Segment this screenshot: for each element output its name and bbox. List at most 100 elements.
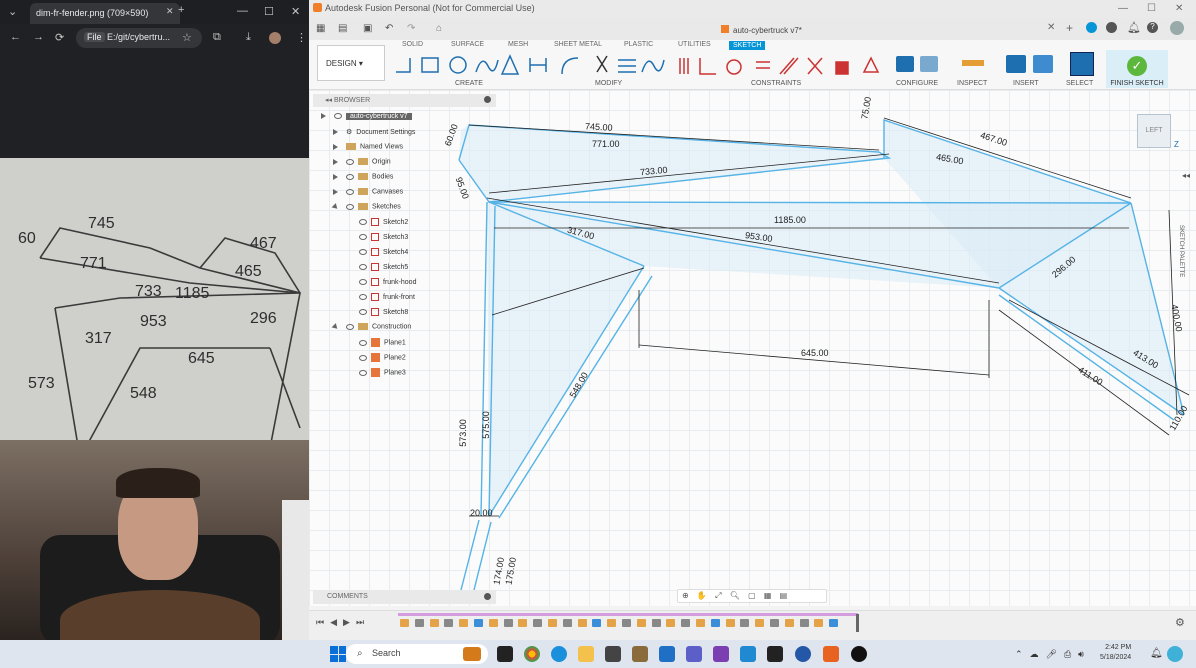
tab-plastic[interactable]: PLASTIC	[624, 41, 653, 48]
timeline-marker[interactable]	[856, 614, 859, 632]
viewcube[interactable]: LEFT	[1137, 114, 1171, 148]
job-status-icon[interactable]	[1106, 22, 1117, 33]
trim-scissors-icon[interactable]	[595, 54, 609, 74]
mail-icon[interactable]	[659, 646, 675, 662]
expand-icon[interactable]	[333, 188, 338, 195]
browser-root[interactable]: auto-cybertruck v7	[321, 113, 412, 127]
undo-icon[interactable]: ↶	[385, 23, 393, 34]
eye-icon[interactable]	[359, 219, 367, 225]
timeline-feature-icon[interactable]	[799, 619, 809, 627]
help-icon[interactable]: ?	[1147, 22, 1158, 33]
group-constraints[interactable]: CONSTRAINTS	[751, 80, 801, 87]
timeline-feature-icon[interactable]	[444, 619, 454, 627]
fusion-close-icon[interactable]: ✕	[1175, 3, 1183, 14]
timeline-feature-icon[interactable]	[533, 619, 543, 627]
group-create[interactable]: CREATE	[455, 80, 483, 87]
chrome-tab[interactable]: dim-fr-fender.png (709×590)	[30, 3, 180, 24]
back-icon[interactable]: ←	[10, 31, 21, 43]
timeline-feature-icon[interactable]	[710, 619, 720, 627]
copilot-icon[interactable]	[1167, 646, 1183, 662]
group-configure[interactable]: CONFIGURE	[896, 80, 938, 87]
home-icon[interactable]: ⌂	[436, 23, 442, 34]
timeline-feature-icon[interactable]	[562, 619, 572, 627]
data-panel-icon[interactable]: ▦	[316, 23, 325, 34]
timeline-feature-icon[interactable]	[666, 619, 676, 627]
timeline-feature-icon[interactable]	[577, 619, 587, 627]
measure-icon[interactable]	[962, 60, 984, 66]
new-tab-icon[interactable]: +	[178, 4, 184, 16]
dimension-745[interactable]: 745.00	[585, 121, 613, 132]
reload-icon[interactable]: ⟳	[55, 31, 64, 44]
browser-item-origin[interactable]: Origin	[333, 158, 391, 172]
timeline-feature-icon[interactable]	[429, 619, 439, 627]
browser-item-sketch5[interactable]: Sketch5	[359, 263, 408, 277]
browser-item-sketches[interactable]: Sketches	[331, 202, 401, 217]
browser-item-sketch2[interactable]: Sketch2	[359, 218, 408, 232]
app-icon-2[interactable]	[632, 646, 648, 662]
timeline-feature-icon[interactable]	[770, 619, 779, 627]
obs-icon[interactable]	[851, 646, 867, 662]
timeline-feature-icon[interactable]	[636, 619, 646, 627]
timeline-feature-icon[interactable]	[725, 619, 735, 627]
task-view-icon[interactable]	[497, 646, 513, 662]
widget-icon[interactable]	[463, 647, 481, 661]
timeline-feature-icon[interactable]	[474, 619, 483, 627]
timeline-track[interactable]	[398, 613, 858, 616]
triangle-constraint-icon[interactable]	[862, 56, 880, 74]
dimension-1185[interactable]: 1185.00	[774, 215, 806, 225]
eye-icon[interactable]	[346, 188, 354, 195]
timeline-feature-icon[interactable]	[814, 619, 824, 627]
notifications-icon[interactable]: 🔔︎	[1127, 21, 1141, 34]
timeline-feature-icon[interactable]	[681, 619, 691, 627]
browser-item-frunk-front[interactable]: frunk-front	[359, 293, 415, 307]
file-menu-icon[interactable]: ▤	[338, 23, 347, 34]
edge-taskbar-icon[interactable]	[551, 646, 567, 662]
extensions-icon[interactable]	[1086, 22, 1097, 33]
timeline-feature-icon[interactable]	[503, 619, 513, 627]
insert-image-icon[interactable]	[1033, 55, 1053, 73]
tab-menu-icon[interactable]: ⌄	[8, 5, 17, 18]
timeline-feature-icon[interactable]	[488, 619, 498, 627]
browser-item-plane1[interactable]: Plane1	[359, 338, 406, 352]
browser-item-plane2[interactable]: Plane2	[359, 353, 406, 367]
insert-derive-icon[interactable]	[1006, 55, 1026, 73]
clock[interactable]: 2:42 PM 5/18/2024	[1100, 643, 1131, 663]
expand-icon[interactable]	[333, 129, 338, 136]
expand-icon[interactable]	[333, 143, 338, 150]
tab-solid[interactable]: SOLID	[402, 41, 423, 48]
close-doc-icon[interactable]: ✕	[1047, 22, 1055, 33]
eye-icon[interactable]	[359, 234, 367, 240]
eye-icon[interactable]	[359, 279, 367, 285]
timeline-feature-icon[interactable]	[784, 619, 794, 627]
parameters-icon[interactable]	[896, 56, 914, 72]
browser-item-bodies[interactable]: Bodies	[333, 173, 393, 187]
workspace-switcher[interactable]: DESIGN ▾	[317, 45, 385, 81]
forward-icon[interactable]: →	[33, 31, 44, 43]
browser-item-named-views[interactable]: Named Views	[333, 143, 403, 157]
tab-mesh[interactable]: MESH	[508, 41, 528, 48]
close-tab-icon[interactable]: ✕	[166, 6, 174, 17]
fusion-taskbar-icon[interactable]	[823, 646, 839, 662]
timeline-feature-icon[interactable]	[548, 619, 557, 627]
bookmark-star-icon[interactable]: ☆	[182, 31, 192, 44]
timeline-feature-icon[interactable]	[518, 619, 528, 627]
fusion-maximize-icon[interactable]: ☐	[1147, 3, 1156, 14]
dimension-645[interactable]: 645.00	[801, 348, 829, 358]
timeline-feature-icon[interactable]	[651, 619, 661, 627]
browser-item-canvases[interactable]: Canvases	[333, 188, 403, 202]
profile-avatar[interactable]	[269, 32, 281, 44]
save-icon[interactable]: ▣	[363, 23, 372, 34]
sketch-palette-tab[interactable]: SKETCH PALETTE	[1178, 225, 1184, 277]
expand-icon[interactable]	[333, 173, 338, 180]
browser-item-frunk-hood[interactable]: frunk-hood	[359, 278, 416, 292]
eye-icon[interactable]	[359, 264, 367, 270]
tab-utilities[interactable]: UTILITIES	[678, 41, 711, 48]
dimension-20[interactable]: 20.00	[470, 508, 493, 518]
eye-icon[interactable]	[359, 339, 367, 346]
maximize-icon[interactable]: ☐	[264, 5, 274, 18]
eye-icon[interactable]	[334, 113, 342, 120]
extensions-icon[interactable]: ⧉	[213, 31, 221, 44]
eye-icon[interactable]	[359, 249, 367, 255]
eye-icon[interactable]	[346, 158, 354, 165]
user-avatar[interactable]	[1170, 21, 1184, 35]
